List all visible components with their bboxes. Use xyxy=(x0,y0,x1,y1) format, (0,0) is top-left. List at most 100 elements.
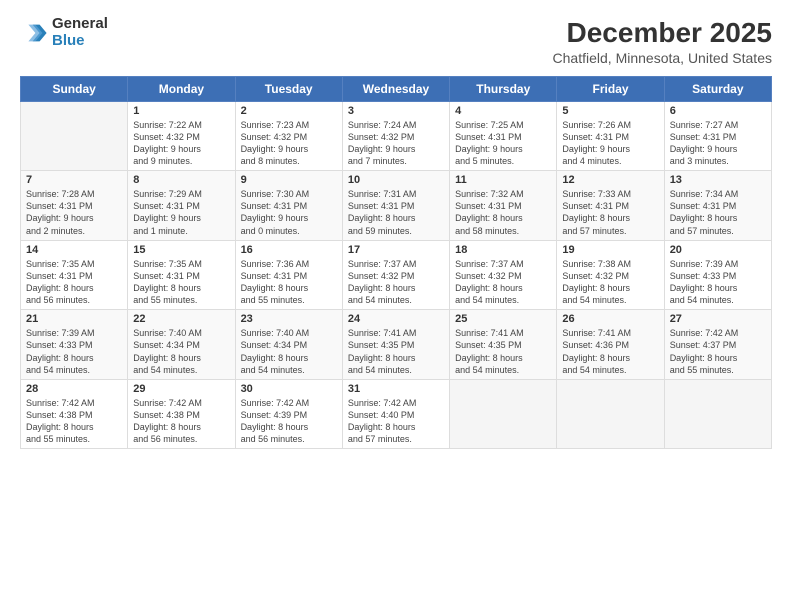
calendar-cell: 23 Sunrise: 7:40 AM Sunset: 4:34 PM Dayli… xyxy=(235,310,342,380)
day-number: 10 xyxy=(348,174,444,186)
calendar-cell: 26Sunrise: 7:41 AM Sunset: 4:36 PM Dayli… xyxy=(557,310,664,380)
calendar-cell: 19 Sunrise: 7:38 AM Sunset: 4:32 PM Dayli… xyxy=(557,240,664,310)
logo-text: General Blue xyxy=(52,16,108,49)
day-number: 23 xyxy=(241,313,337,325)
day-number: 22 xyxy=(133,313,229,325)
day-number: 18 xyxy=(455,244,551,256)
day-info: Sunrise: 7:31 AM Sunset: 4:31 PM Dayligh… xyxy=(348,188,444,237)
calendar-week-row: 14 Sunrise: 7:35 AM Sunset: 4:31 PM Dayli… xyxy=(21,240,772,310)
page: General Blue December 2025 Chatfield, Mi… xyxy=(0,0,792,612)
day-info: Sunrise: 7:41 AM Sunset: 4:35 PM Dayligh… xyxy=(348,327,444,376)
day-info: Sunrise: 7:38 AM Sunset: 4:32 PM Dayligh… xyxy=(562,258,658,307)
day-number: 9 xyxy=(241,174,337,186)
calendar-cell: 31Sunrise: 7:42 AM Sunset: 4:40 PM Dayli… xyxy=(342,379,449,449)
calendar-body: 1 Sunrise: 7:22 AM Sunset: 4:32 PM Daylig… xyxy=(21,101,772,449)
day-number: 29 xyxy=(133,383,229,395)
day-number: 4 xyxy=(455,105,551,117)
day-number: 14 xyxy=(26,244,122,256)
calendar-week-row: 21Sunrise: 7:39 AM Sunset: 4:33 PM Dayli… xyxy=(21,310,772,380)
calendar-cell: 6Sunrise: 7:27 AM Sunset: 4:31 PM Daylig… xyxy=(664,101,771,171)
calendar-cell xyxy=(21,101,128,171)
calendar-cell: 14 Sunrise: 7:35 AM Sunset: 4:31 PM Dayli… xyxy=(21,240,128,310)
weekday-header-friday: Friday xyxy=(557,76,664,101)
day-number: 3 xyxy=(348,105,444,117)
calendar-cell: 9 Sunrise: 7:30 AM Sunset: 4:31 PM Daylig… xyxy=(235,171,342,241)
calendar-cell: 21Sunrise: 7:39 AM Sunset: 4:33 PM Dayli… xyxy=(21,310,128,380)
main-title: December 2025 xyxy=(553,16,772,50)
day-info: Sunrise: 7:30 AM Sunset: 4:31 PM Dayligh… xyxy=(241,188,337,237)
calendar-cell: 2 Sunrise: 7:23 AM Sunset: 4:32 PM Daylig… xyxy=(235,101,342,171)
day-info: Sunrise: 7:42 AM Sunset: 4:40 PM Dayligh… xyxy=(348,397,444,446)
logo-general-text: General xyxy=(52,16,108,33)
day-number: 2 xyxy=(241,105,337,117)
day-info: Sunrise: 7:40 AM Sunset: 4:34 PM Dayligh… xyxy=(241,327,337,376)
day-info: Sunrise: 7:26 AM Sunset: 4:31 PM Dayligh… xyxy=(562,119,658,168)
calendar-cell xyxy=(664,379,771,449)
weekday-header-row: SundayMondayTuesdayWednesdayThursdayFrid… xyxy=(21,76,772,101)
day-number: 15 xyxy=(133,244,229,256)
day-number: 12 xyxy=(562,174,658,186)
day-info: Sunrise: 7:27 AM Sunset: 4:31 PM Dayligh… xyxy=(670,119,766,168)
calendar-cell: 12Sunrise: 7:33 AM Sunset: 4:31 PM Dayli… xyxy=(557,171,664,241)
day-info: Sunrise: 7:23 AM Sunset: 4:32 PM Dayligh… xyxy=(241,119,337,168)
subtitle: Chatfield, Minnesota, United States xyxy=(553,50,772,66)
weekday-header-saturday: Saturday xyxy=(664,76,771,101)
day-number: 19 xyxy=(562,244,658,256)
day-info: Sunrise: 7:40 AM Sunset: 4:34 PM Dayligh… xyxy=(133,327,229,376)
day-info: Sunrise: 7:41 AM Sunset: 4:36 PM Dayligh… xyxy=(562,327,658,376)
calendar-cell: 25 Sunrise: 7:41 AM Sunset: 4:35 PM Dayli… xyxy=(450,310,557,380)
calendar-week-row: 7Sunrise: 7:28 AM Sunset: 4:31 PM Daylig… xyxy=(21,171,772,241)
calendar-cell: 27Sunrise: 7:42 AM Sunset: 4:37 PM Dayli… xyxy=(664,310,771,380)
day-info: Sunrise: 7:28 AM Sunset: 4:31 PM Dayligh… xyxy=(26,188,122,237)
title-block: December 2025 Chatfield, Minnesota, Unit… xyxy=(553,16,772,66)
calendar-cell: 24 Sunrise: 7:41 AM Sunset: 4:35 PM Dayli… xyxy=(342,310,449,380)
day-number: 8 xyxy=(133,174,229,186)
day-info: Sunrise: 7:36 AM Sunset: 4:31 PM Dayligh… xyxy=(241,258,337,307)
calendar-cell: 3 Sunrise: 7:24 AM Sunset: 4:32 PM Daylig… xyxy=(342,101,449,171)
day-info: Sunrise: 7:42 AM Sunset: 4:38 PM Dayligh… xyxy=(133,397,229,446)
calendar-cell: 20 Sunrise: 7:39 AM Sunset: 4:33 PM Dayli… xyxy=(664,240,771,310)
day-info: Sunrise: 7:22 AM Sunset: 4:32 PM Dayligh… xyxy=(133,119,229,168)
day-info: Sunrise: 7:41 AM Sunset: 4:35 PM Dayligh… xyxy=(455,327,551,376)
day-info: Sunrise: 7:42 AM Sunset: 4:37 PM Dayligh… xyxy=(670,327,766,376)
day-info: Sunrise: 7:37 AM Sunset: 4:32 PM Dayligh… xyxy=(455,258,551,307)
calendar-cell: 8 Sunrise: 7:29 AM Sunset: 4:31 PM Daylig… xyxy=(128,171,235,241)
day-number: 1 xyxy=(133,105,229,117)
calendar-week-row: 28 Sunrise: 7:42 AM Sunset: 4:38 PM Dayli… xyxy=(21,379,772,449)
day-info: Sunrise: 7:25 AM Sunset: 4:31 PM Dayligh… xyxy=(455,119,551,168)
weekday-header-thursday: Thursday xyxy=(450,76,557,101)
day-number: 28 xyxy=(26,383,122,395)
day-info: Sunrise: 7:42 AM Sunset: 4:39 PM Dayligh… xyxy=(241,397,337,446)
calendar-cell: 4 Sunrise: 7:25 AM Sunset: 4:31 PM Daylig… xyxy=(450,101,557,171)
calendar-cell: 15 Sunrise: 7:35 AM Sunset: 4:31 PM Dayli… xyxy=(128,240,235,310)
day-info: Sunrise: 7:24 AM Sunset: 4:32 PM Dayligh… xyxy=(348,119,444,168)
day-number: 30 xyxy=(241,383,337,395)
calendar-cell: 16 Sunrise: 7:36 AM Sunset: 4:31 PM Dayli… xyxy=(235,240,342,310)
weekday-header-tuesday: Tuesday xyxy=(235,76,342,101)
calendar-cell: 22 Sunrise: 7:40 AM Sunset: 4:34 PM Dayli… xyxy=(128,310,235,380)
calendar-cell xyxy=(450,379,557,449)
day-number: 24 xyxy=(348,313,444,325)
day-info: Sunrise: 7:39 AM Sunset: 4:33 PM Dayligh… xyxy=(670,258,766,307)
day-number: 20 xyxy=(670,244,766,256)
day-info: Sunrise: 7:42 AM Sunset: 4:38 PM Dayligh… xyxy=(26,397,122,446)
calendar-cell: 1 Sunrise: 7:22 AM Sunset: 4:32 PM Daylig… xyxy=(128,101,235,171)
day-info: Sunrise: 7:35 AM Sunset: 4:31 PM Dayligh… xyxy=(26,258,122,307)
day-info: Sunrise: 7:37 AM Sunset: 4:32 PM Dayligh… xyxy=(348,258,444,307)
header: General Blue December 2025 Chatfield, Mi… xyxy=(20,16,772,66)
weekday-header-sunday: Sunday xyxy=(21,76,128,101)
day-number: 25 xyxy=(455,313,551,325)
day-info: Sunrise: 7:39 AM Sunset: 4:33 PM Dayligh… xyxy=(26,327,122,376)
logo-blue-text: Blue xyxy=(52,33,108,50)
weekday-header-monday: Monday xyxy=(128,76,235,101)
calendar-cell: 7Sunrise: 7:28 AM Sunset: 4:31 PM Daylig… xyxy=(21,171,128,241)
logo-icon xyxy=(20,19,48,47)
day-info: Sunrise: 7:29 AM Sunset: 4:31 PM Dayligh… xyxy=(133,188,229,237)
weekday-header-wednesday: Wednesday xyxy=(342,76,449,101)
calendar-cell: 29 Sunrise: 7:42 AM Sunset: 4:38 PM Dayli… xyxy=(128,379,235,449)
calendar-cell: 28 Sunrise: 7:42 AM Sunset: 4:38 PM Dayli… xyxy=(21,379,128,449)
day-info: Sunrise: 7:35 AM Sunset: 4:31 PM Dayligh… xyxy=(133,258,229,307)
day-info: Sunrise: 7:32 AM Sunset: 4:31 PM Dayligh… xyxy=(455,188,551,237)
calendar-cell: 17Sunrise: 7:37 AM Sunset: 4:32 PM Dayli… xyxy=(342,240,449,310)
day-number: 16 xyxy=(241,244,337,256)
